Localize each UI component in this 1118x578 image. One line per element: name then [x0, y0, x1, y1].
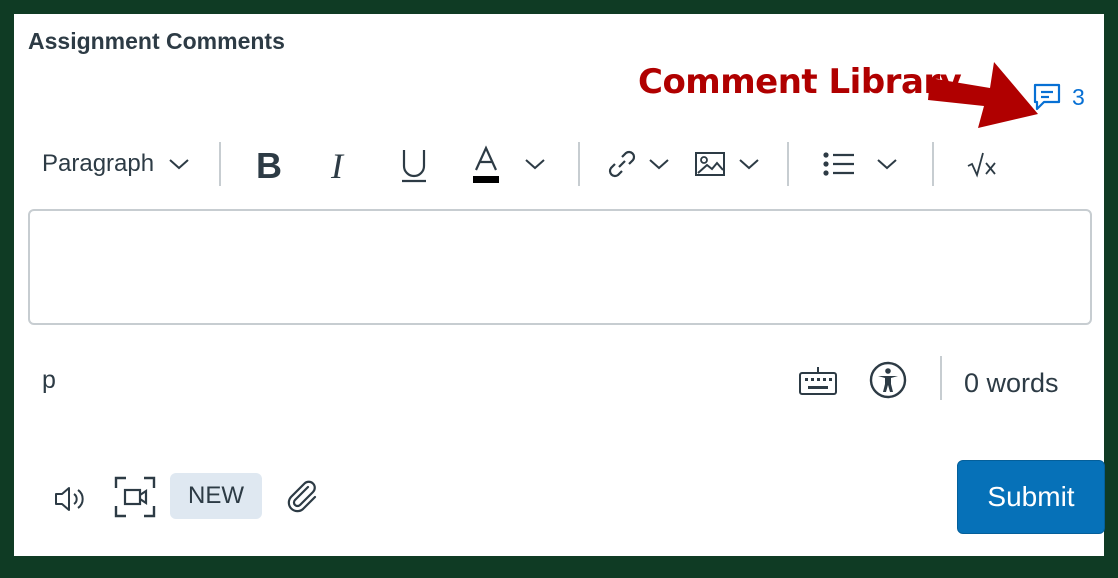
- paperclip-icon[interactable]: [284, 478, 320, 514]
- chevron-down-icon: [739, 159, 759, 170]
- link-button[interactable]: [606, 148, 670, 180]
- bold-icon: B: [256, 145, 282, 186]
- bold-button[interactable]: B: [254, 142, 288, 186]
- image-icon: [695, 152, 725, 176]
- editor-statusbar: p 0 words: [28, 354, 1088, 414]
- italic-button[interactable]: I: [328, 142, 354, 186]
- toolbar-divider: [219, 142, 221, 186]
- bullet-list-icon: [823, 152, 854, 176]
- submit-button[interactable]: Submit: [957, 460, 1105, 534]
- comment-text-editor[interactable]: [28, 209, 1092, 325]
- element-path[interactable]: p: [42, 366, 56, 395]
- square-root-icon: [967, 152, 996, 178]
- svg-text:I: I: [330, 146, 345, 186]
- toolbar-divider: [578, 142, 580, 186]
- new-badge: NEW: [170, 473, 262, 519]
- text-color-icon: [473, 145, 499, 183]
- link-icon: [608, 150, 636, 178]
- section-title: Assignment Comments: [28, 28, 285, 54]
- comment-actions: NEW Submit: [28, 454, 1105, 534]
- image-button[interactable]: [694, 150, 760, 178]
- underline-button[interactable]: [399, 142, 429, 186]
- word-count[interactable]: 0 words: [964, 368, 1059, 399]
- comment-library-button[interactable]: 3: [1032, 82, 1085, 112]
- chevron-down-icon: [649, 159, 669, 170]
- comment-library-count: 3: [1072, 83, 1085, 110]
- underline-icon: [402, 150, 426, 183]
- svg-text:B: B: [256, 145, 282, 186]
- keyboard-icon[interactable]: [798, 366, 838, 396]
- annotation-arrow: [928, 62, 1038, 128]
- toolbar-divider: [932, 142, 934, 186]
- paragraph-format-dropdown[interactable]: Paragraph: [42, 150, 190, 178]
- assignment-comments-panel: Assignment Comments Comment Library 3 Pa…: [14, 14, 1105, 556]
- italic-icon: I: [330, 146, 345, 186]
- speaker-icon[interactable]: [54, 484, 88, 514]
- math-equation-button[interactable]: [966, 150, 1002, 178]
- toolbar-divider: [787, 142, 789, 186]
- chevron-down-icon: [169, 159, 189, 170]
- text-color-button[interactable]: [470, 142, 546, 186]
- list-button[interactable]: [822, 150, 898, 178]
- comment-icon: [1033, 83, 1061, 111]
- editor-toolbar: Paragraph B I: [26, 136, 1086, 196]
- statusbar-divider: [940, 356, 942, 400]
- video-record-icon[interactable]: [114, 476, 156, 518]
- chevron-down-icon: [525, 159, 545, 170]
- chevron-down-icon: [877, 159, 897, 170]
- accessibility-icon[interactable]: [868, 360, 908, 400]
- paragraph-label: Paragraph: [42, 150, 155, 177]
- comment-library-annotation: Comment Library: [638, 62, 962, 102]
